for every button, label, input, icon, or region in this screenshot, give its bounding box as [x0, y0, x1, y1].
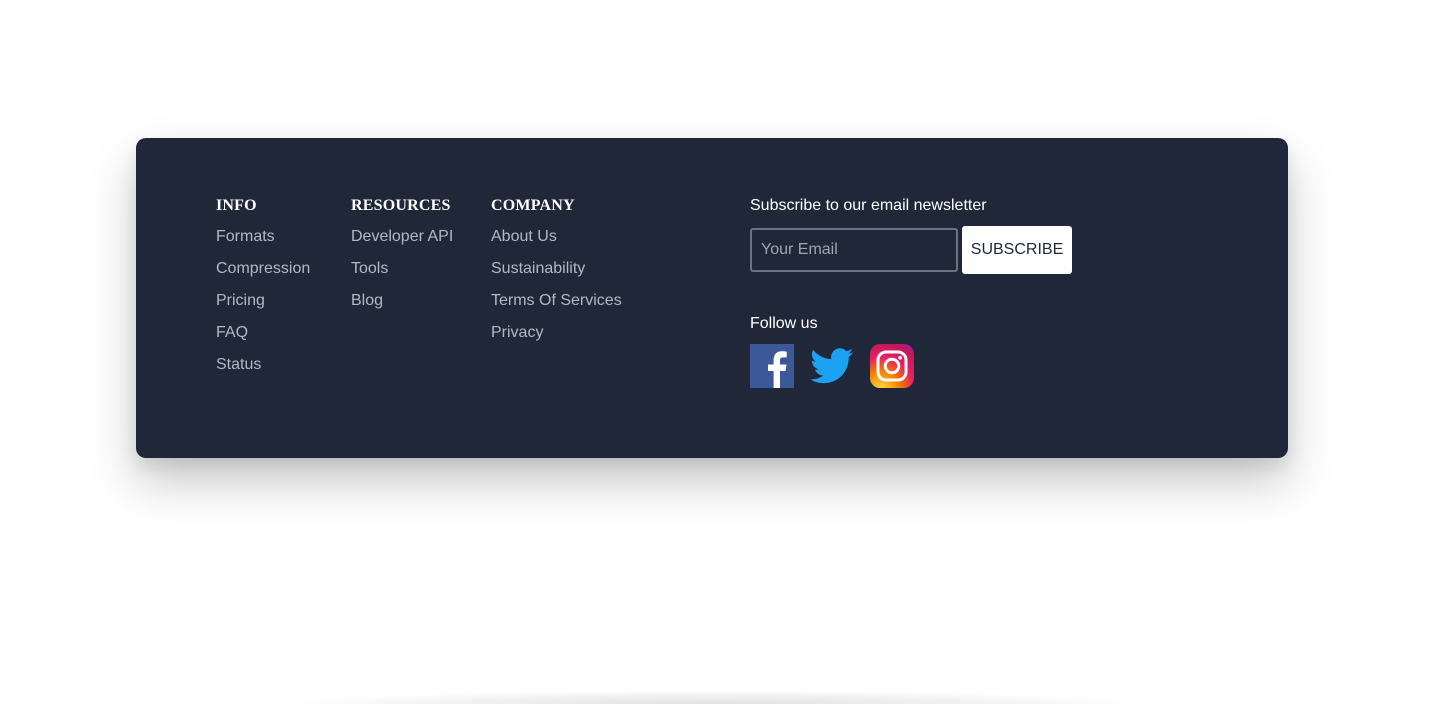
link-list-company: About Us Sustainability Terms Of Service…: [491, 227, 622, 343]
footer-link-formats[interactable]: Formats: [216, 227, 310, 247]
footer-column-info: INFO Formats Compression Pricing FAQ Sta…: [216, 196, 310, 387]
footer-link-blog[interactable]: Blog: [351, 291, 453, 311]
link-list-info: Formats Compression Pricing FAQ Status: [216, 227, 310, 375]
column-heading-company: COMPANY: [491, 197, 575, 214]
footer-link-privacy[interactable]: Privacy: [491, 323, 622, 343]
footer-link-sustainability[interactable]: Sustainability: [491, 259, 622, 279]
email-input[interactable]: [750, 228, 958, 272]
footer-link-pricing[interactable]: Pricing: [216, 291, 310, 311]
footer-link-developer-api[interactable]: Developer API: [351, 227, 453, 247]
newsletter-title: Subscribe to our email newsletter: [750, 197, 987, 214]
footer-link-compression[interactable]: Compression: [216, 259, 310, 279]
footer-link-about-us[interactable]: About Us: [491, 227, 622, 247]
newsletter-form: SUBSCRIBE: [750, 226, 1170, 274]
instagram-icon[interactable]: [870, 344, 914, 388]
subscribe-button[interactable]: SUBSCRIBE: [962, 226, 1072, 274]
social-links: [750, 344, 1170, 388]
site-footer: INFO Formats Compression Pricing FAQ Sta…: [136, 138, 1288, 458]
footer-link-tools[interactable]: Tools: [351, 259, 453, 279]
footer-link-terms-of-services[interactable]: Terms Of Services: [491, 291, 622, 311]
lower-card-shadow: [290, 690, 1140, 704]
footer-link-faq[interactable]: FAQ: [216, 323, 310, 343]
page: INFO Formats Compression Pricing FAQ Sta…: [0, 0, 1429, 704]
footer-column-resources: RESOURCES Developer API Tools Blog: [351, 196, 453, 323]
follow-us-title: Follow us: [750, 315, 818, 332]
column-heading-resources: RESOURCES: [351, 197, 451, 214]
facebook-icon[interactable]: [750, 344, 794, 388]
newsletter-section: Subscribe to our email newsletter SUBSCR…: [750, 196, 1170, 388]
twitter-icon[interactable]: [810, 344, 854, 388]
column-heading-info: INFO: [216, 197, 257, 214]
link-list-resources: Developer API Tools Blog: [351, 227, 453, 311]
footer-column-company: COMPANY About Us Sustainability Terms Of…: [491, 196, 622, 355]
footer-link-status[interactable]: Status: [216, 355, 310, 375]
